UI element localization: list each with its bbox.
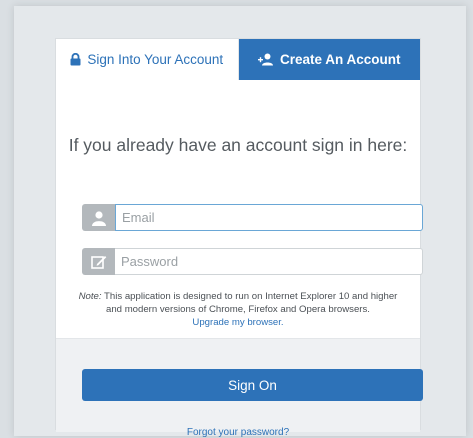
sign-in-form: If you already have an account sign in h… — [56, 80, 423, 339]
tab-sign-in[interactable]: Sign Into Your Account — [56, 39, 239, 80]
tab-sign-in-label: Sign Into Your Account — [87, 52, 224, 67]
tab-create-account-label: Create An Account — [279, 52, 401, 67]
user-icon — [82, 204, 115, 231]
email-input[interactable] — [115, 204, 423, 231]
password-input[interactable] — [115, 248, 423, 275]
add-user-icon — [257, 53, 273, 66]
edit-icon — [82, 248, 115, 275]
form-actions: Sign On Forgot your password? — [56, 339, 423, 438]
note-text: This application is designed to run on I… — [101, 291, 398, 315]
sign-on-button[interactable]: Sign On — [82, 369, 423, 401]
forgot-password-link[interactable]: Forgot your password? — [56, 427, 420, 438]
login-card: Sign Into Your Account Create An Account… — [55, 38, 423, 438]
password-field-group — [82, 248, 423, 275]
browser-note: Note: This application is designed to ru… — [70, 290, 406, 329]
tab-create-account[interactable]: Create An Account — [238, 39, 420, 80]
lock-icon — [70, 53, 81, 66]
upgrade-browser-link[interactable]: Upgrade my browser. — [192, 317, 283, 328]
form-heading: If you already have an account sign in h… — [68, 135, 408, 155]
account-tabs: Sign Into Your Account Create An Account — [56, 39, 420, 80]
email-field-group — [82, 204, 423, 231]
note-prefix: Note: — [78, 291, 102, 302]
